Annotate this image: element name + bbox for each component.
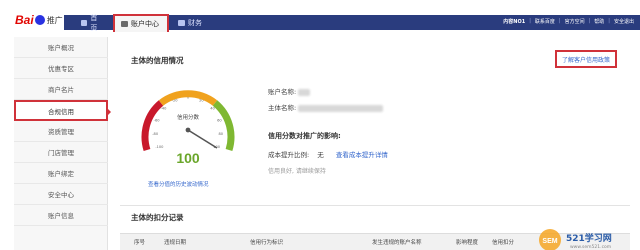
sidebar: 账户概况 优惠专区 商户名片 合规信用 资质管理 门店管理 账户绑定 安全中心 …: [14, 37, 111, 250]
sidebar-item-qualifications[interactable]: 资质管理: [14, 121, 108, 142]
top-link-user[interactable]: 内容NO1: [503, 18, 525, 25]
tab-account-center[interactable]: 账户中心: [113, 14, 169, 32]
gauge-tick-label: 80: [219, 132, 224, 136]
sidebar-item-offers[interactable]: 优惠专区: [14, 58, 108, 79]
section-divider: [120, 205, 630, 206]
top-bar: Bai 推广 首页 账户中心 财务 内容NO1 | 联系百度 | 官方空间 | …: [0, 0, 640, 37]
score-history-link[interactable]: 查看分值的历史波动情况: [148, 180, 209, 188]
top-links: 内容NO1 | 联系百度 | 官方空间 | 帮助 | 安全退出: [503, 18, 634, 25]
home-icon: [81, 20, 88, 26]
gauge-green-arc: [212, 100, 235, 152]
tab-finance-label: 财务: [188, 19, 202, 27]
cost-detail-link[interactable]: 查看成本提升详情: [336, 151, 388, 159]
entity-name-label: 主体名称:: [268, 104, 297, 112]
cost-increase-value: 无: [317, 151, 324, 159]
sidebar-item-security[interactable]: 安全中心: [14, 184, 108, 205]
gauge-tick-label: -100: [155, 145, 164, 149]
th-index: 序号: [134, 240, 146, 246]
gauge-score: 100: [176, 150, 200, 166]
top-link-contact[interactable]: 联系百度: [535, 18, 555, 25]
watermark-url: www.sem521.com: [570, 244, 611, 250]
account-name-label: 账户名称:: [268, 88, 297, 96]
credit-policy-link[interactable]: 了解客户信用政策: [555, 50, 617, 68]
watermark-logo: SEM: [542, 238, 557, 245]
gauge-label: 信用分数: [177, 113, 200, 121]
logo-brand: 推广: [46, 15, 63, 25]
gauge-pivot: [185, 127, 191, 133]
cost-increase-row: 成本提升比例: 无 查看成本提升详情: [268, 149, 388, 159]
tab-home[interactable]: 首页: [75, 14, 109, 32]
watermark-text: 521学习网: [566, 232, 612, 244]
gauge-red-arc: [141, 100, 164, 152]
tab-finance[interactable]: 财务: [172, 16, 210, 30]
wallet-icon: [178, 20, 185, 26]
gauge-tick-label: 60: [217, 118, 222, 122]
th-account: 发生违规的账户名称: [372, 240, 422, 246]
account-name-row: 账户名称:: [268, 86, 311, 96]
top-link-help[interactable]: 帮助: [594, 18, 604, 25]
tab-account-center-label: 账户中心: [131, 20, 159, 28]
paw-icon: [34, 15, 45, 25]
user-icon: [121, 21, 128, 27]
gauge-tick-label: -80: [152, 132, 159, 136]
th-impact: 影响程度: [456, 240, 479, 246]
deduction-section-title: 主体的扣分记录: [131, 213, 184, 222]
th-date: 违规日期: [164, 240, 187, 246]
baidu-logo[interactable]: Bai 推广: [15, 13, 63, 27]
gauge-tick-label: -60: [154, 118, 161, 122]
top-link-logout[interactable]: 安全退出: [614, 18, 634, 25]
entity-name-row: 主体名称:: [268, 102, 384, 112]
sidebar-item-account-overview[interactable]: 账户概况: [14, 37, 108, 58]
sidebar-item-stores[interactable]: 门店管理: [14, 142, 108, 163]
sidebar-item-account-binding[interactable]: 账户绑定: [14, 163, 108, 184]
th-behavior: 信用行为标识: [250, 240, 284, 246]
sem521-watermark: SEM 521学习网 www.sem521.com: [539, 229, 612, 250]
th-deduction: 信用扣分: [492, 240, 515, 246]
credit-impact-title: 信用分数对推广的影响:: [268, 132, 341, 140]
logo-text: Bai: [15, 13, 34, 27]
credit-good-text: 信用良好, 请继续保持: [268, 168, 326, 175]
sidebar-item-compliance-credit[interactable]: 合规信用: [14, 100, 111, 121]
sidebar-item-merchant-card[interactable]: 商户名片: [14, 79, 108, 100]
account-name-redacted: [298, 88, 311, 96]
credit-score-gauge: -100-80-60-40-20020406080100 信用分数 100: [141, 90, 235, 166]
cost-increase-label: 成本提升比例:: [268, 151, 310, 159]
tab-home-label: 首页: [90, 14, 98, 32]
gauge-needle: [187, 129, 218, 149]
credit-section-title: 主体的信用情况: [131, 56, 184, 65]
entity-name-redacted: [298, 104, 384, 112]
top-link-space[interactable]: 官方空间: [565, 18, 585, 25]
sidebar-item-account-info[interactable]: 账户信息: [14, 205, 108, 226]
